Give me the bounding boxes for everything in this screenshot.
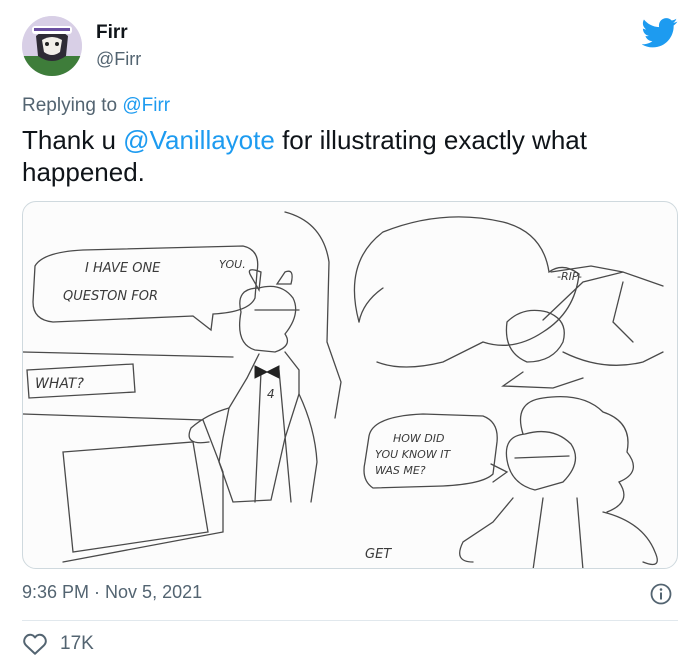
sketch-text-4b: YOU KNOW IT [375, 448, 451, 461]
sketch-jersey-number: 4 [267, 387, 275, 401]
sketch-text-4a: HOW DID [393, 432, 445, 445]
avatar-image [22, 16, 82, 76]
heart-icon [23, 633, 47, 655]
sketch-text-3: -RIP- [557, 270, 582, 283]
user-handle[interactable]: @Firr [96, 49, 141, 70]
tweet-time: 9:36 PM [22, 582, 90, 602]
meta-separator: · [89, 582, 106, 602]
tweet-date: Nov 5, 2021 [105, 582, 203, 602]
avatar[interactable] [22, 16, 82, 76]
like-button[interactable]: 17K [22, 632, 94, 656]
tweet-text-start: Thank u [22, 125, 124, 155]
like-count: 17K [60, 633, 94, 654]
replying-to-label: Replying to [22, 95, 123, 116]
tweet-timestamp[interactable]: 9:36 PM · Nov 5, 2021 [22, 582, 202, 603]
info-icon[interactable] [649, 582, 673, 606]
sketch-text-4c: WAS ME? [375, 464, 426, 477]
replying-to: Replying to @Firr [22, 95, 170, 117]
tweet-media[interactable]: I HAVE ONE QUESTON FOR YOU. WHAT? -RIP- … [22, 201, 678, 569]
sketch-text-1b: QUESTON FOR [63, 289, 158, 304]
twitter-bird-icon [642, 18, 678, 48]
mention-link[interactable]: @Vanillayote [123, 125, 275, 155]
display-name[interactable]: Firr [96, 22, 128, 44]
tweet-text: Thank u @Vanillayote for illustrating ex… [22, 124, 682, 188]
divider [22, 620, 678, 621]
reply-target-link[interactable]: @Firr [122, 95, 170, 116]
sketch-text-5: GET [365, 547, 392, 562]
sketch-image: I HAVE ONE QUESTON FOR YOU. WHAT? -RIP- … [23, 211, 664, 568]
sketch-text-2: WHAT? [35, 376, 84, 392]
bow-tie [254, 365, 280, 379]
sketch-text-1c: YOU. [219, 258, 246, 271]
sketch-text-1a: I HAVE ONE [85, 261, 161, 276]
